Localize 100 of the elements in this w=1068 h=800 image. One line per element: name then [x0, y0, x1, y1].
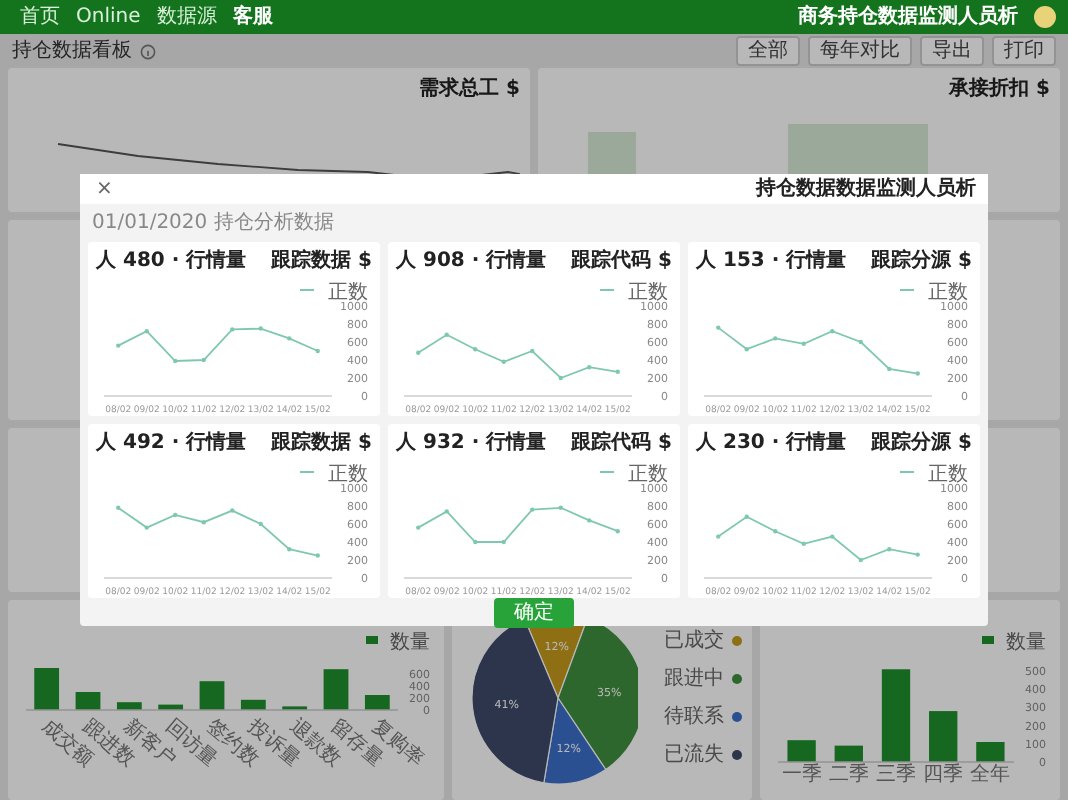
data-point [473, 539, 478, 545]
data-point [915, 371, 920, 376]
data-point [473, 347, 478, 352]
toolbar-button[interactable]: 打印 [992, 36, 1056, 66]
data-point [444, 332, 449, 337]
data-point [258, 326, 263, 331]
data-point [416, 350, 421, 355]
data-point [615, 369, 620, 374]
data-point [716, 325, 721, 330]
data-point [144, 525, 149, 530]
axis-label: 一季 [781, 764, 822, 786]
legend-item: 数量 [366, 632, 430, 654]
data-point [201, 357, 206, 363]
data-point [287, 336, 292, 341]
card-title: 人 230 · 行情量 [696, 429, 847, 458]
card-title: 承接折扣 $ [949, 75, 1050, 104]
data-point [587, 365, 592, 370]
legend-item: 正数 [599, 464, 668, 486]
nav-link[interactable]: Online [68, 0, 149, 34]
data-point [530, 348, 535, 354]
legend-item: 正数 [899, 282, 968, 304]
dashboard-title: 持仓数据看板 [12, 37, 132, 66]
nav-link[interactable]: 首页 [12, 0, 68, 34]
dialog-title: 持仓数据数据监测人员析 [756, 175, 976, 204]
card-title: 人 932 · 行情量 [396, 429, 547, 458]
card-title: 需求总工 $ [419, 75, 520, 104]
data-point [501, 539, 506, 545]
card-tag: 跟踪分源 $ [871, 428, 972, 458]
legend-label: 正数 [928, 282, 968, 304]
legend-label: 正数 [328, 282, 368, 304]
axis-label: 三季 [875, 764, 916, 786]
data-point [258, 521, 263, 527]
nav-link[interactable]: 数据源 [148, 0, 225, 34]
toolbar-button[interactable]: 全部 [736, 36, 800, 66]
data-point [287, 547, 292, 552]
legend-item: 正数 [299, 464, 368, 486]
data-point [501, 359, 506, 364]
close-button[interactable]: × [92, 177, 117, 201]
data-point [830, 534, 835, 539]
legend-label: 已成交 [663, 627, 724, 656]
data-point [830, 329, 835, 334]
data-point [444, 509, 449, 514]
data-point [416, 525, 421, 530]
legend-label: 正数 [628, 282, 668, 304]
data-point [558, 375, 563, 381]
card-tag: 跟踪代码 $ [571, 246, 672, 276]
legend-label: 正数 [928, 464, 968, 486]
data-point [801, 541, 806, 546]
data-point [744, 514, 749, 519]
data-point [173, 512, 178, 518]
data-point [801, 341, 806, 346]
card-title: 人 480 · 行情量 [96, 247, 247, 276]
legend-label: 待联系 [663, 703, 724, 732]
data-point [144, 329, 149, 334]
card-tag: 跟踪分源 $ [871, 246, 972, 276]
data-point [315, 348, 320, 354]
data-point [858, 339, 863, 345]
legend-label: 已流失 [663, 741, 724, 770]
avatar-icon[interactable] [1034, 6, 1056, 28]
data-point [716, 534, 721, 539]
app-title: 商务持仓数据监测人员析 [798, 2, 1018, 32]
data-point [773, 336, 778, 341]
data-point [773, 529, 778, 534]
nav-link[interactable]: 客服 [224, 0, 281, 34]
legend-item: 正数 [899, 464, 968, 486]
axis-label: 四季 [922, 764, 963, 786]
data-point [858, 557, 863, 563]
data-point [201, 520, 206, 525]
legend-label: 数量 [1005, 632, 1046, 654]
legend-label: 正数 [628, 464, 668, 486]
data-point [587, 518, 592, 523]
toolbar-button[interactable]: 导出 [920, 36, 984, 66]
data-point [116, 343, 121, 348]
card-title: 人 153 · 行情量 [696, 247, 847, 276]
data-point [915, 552, 920, 557]
legend-item: 数量 [981, 632, 1046, 654]
legend-label: 正数 [328, 464, 368, 486]
data-point [887, 366, 892, 372]
legend-label: 数量 [390, 632, 430, 654]
data-point [230, 508, 235, 513]
data-point [615, 529, 620, 534]
info-icon[interactable] [140, 43, 156, 59]
card-tag: 跟踪代码 $ [571, 428, 672, 458]
data-point [315, 553, 320, 558]
axis-label: 全年 [969, 764, 1010, 786]
legend-item: 正数 [299, 282, 368, 304]
data-point [530, 507, 535, 512]
card-title: 人 908 · 行情量 [396, 247, 547, 276]
card-title: 人 492 · 行情量 [96, 429, 247, 458]
card-tag: 跟踪数据 $ [271, 246, 372, 276]
data-point [116, 505, 121, 510]
data-point [173, 358, 178, 364]
axis-label: 二季 [828, 764, 869, 786]
toolbar-button[interactable]: 每年对比 [808, 36, 912, 66]
legend-label: 跟进中 [663, 665, 724, 694]
data-point [744, 347, 749, 352]
data-point [887, 547, 892, 552]
confirm-button[interactable]: 确定 [494, 598, 574, 628]
card-tag: 跟踪数据 $ [271, 428, 372, 458]
breadcrumb: 01/01/2020 持仓分析数据 [92, 212, 334, 234]
